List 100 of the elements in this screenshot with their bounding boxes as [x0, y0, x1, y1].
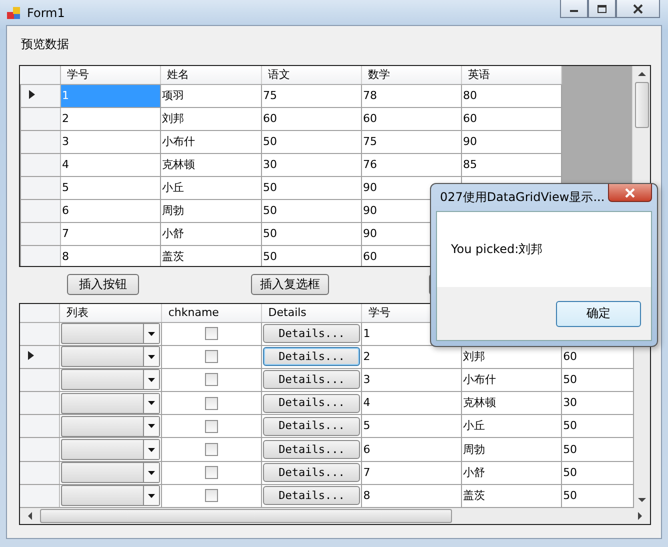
table-cell: 30: [562, 392, 634, 415]
window-title: Form1: [27, 6, 65, 20]
dropdown-arrow-icon: [148, 378, 156, 382]
table-cell: 5: [60, 176, 160, 199]
dropdown-arrow-icon: [148, 470, 156, 475]
table-cell: 2: [60, 107, 160, 130]
checkbox[interactable]: [205, 350, 218, 364]
maximize-button[interactable]: [588, 0, 616, 18]
table-cell: 75: [362, 130, 462, 153]
table-cell: 50: [262, 199, 362, 222]
action-button[interactable]: 插入按钮: [67, 274, 139, 295]
table-cell: 盖茨: [160, 245, 262, 266]
column-header[interactable]: 语文: [262, 66, 362, 84]
details-button[interactable]: Details...: [263, 486, 360, 506]
close-button[interactable]: [608, 184, 652, 202]
current-row-icon: [28, 350, 34, 360]
table-cell: 50: [562, 461, 634, 484]
details-button[interactable]: Details...: [263, 440, 360, 460]
scrollbar[interactable]: [20, 508, 650, 524]
table-cell: 小布什: [462, 368, 562, 392]
table-cell: 刘邦: [160, 107, 262, 130]
table-cell: 刘邦: [462, 345, 562, 368]
table-cell: 60: [462, 107, 562, 130]
column-header[interactable]: Details: [262, 304, 362, 322]
table-cell: 50: [262, 130, 362, 153]
column-header[interactable]: 列表: [60, 304, 162, 322]
table-cell: 项羽: [160, 84, 262, 107]
checkbox[interactable]: [205, 443, 218, 456]
table-cell: 50: [262, 222, 362, 245]
close-icon: [632, 4, 644, 14]
dropdown[interactable]: [61, 416, 160, 437]
dropdown-arrow-icon: [148, 494, 156, 498]
table-cell: 75: [262, 84, 362, 107]
details-button[interactable]: Details...: [263, 416, 360, 436]
table-cell: 盖茨: [462, 484, 562, 508]
dropdown[interactable]: [61, 462, 160, 484]
close-button[interactable]: [616, 0, 660, 18]
checkbox[interactable]: [205, 466, 218, 480]
row-header[interactable]: [20, 345, 60, 368]
table-cell: 76: [362, 153, 462, 176]
checkbox[interactable]: [205, 420, 218, 433]
row-header[interactable]: [20, 84, 60, 107]
table-cell: 周勃: [160, 199, 262, 222]
checkbox[interactable]: [205, 396, 218, 410]
dropdown[interactable]: [61, 439, 160, 460]
table-cell: 周勃: [462, 438, 562, 462]
table-cell: 6: [362, 438, 462, 462]
details-button[interactable]: Details...: [263, 370, 360, 390]
dropdown-arrow-icon: [148, 448, 156, 452]
dropdown-arrow-icon: [148, 401, 156, 406]
table-cell: 6: [60, 199, 160, 222]
table-cell: 50: [562, 414, 634, 438]
details-button[interactable]: Details...: [263, 394, 360, 413]
table-cell: 7: [362, 461, 462, 484]
table-cell: 3: [60, 130, 160, 153]
table-cell: 60: [262, 107, 362, 130]
table-cell: 4: [60, 153, 160, 176]
table-cell: 7: [60, 222, 160, 245]
column-header[interactable]: 数学: [362, 66, 462, 84]
checkbox[interactable]: [205, 327, 218, 340]
table-cell: 小丘: [462, 414, 562, 438]
table-cell: 50: [562, 368, 634, 392]
details-button[interactable]: Details...: [263, 324, 360, 344]
table-cell: 小舒: [462, 461, 562, 484]
table-cell: 8: [362, 484, 462, 508]
table-cell: 小布什: [160, 130, 262, 153]
column-header[interactable]: 英语: [462, 66, 562, 84]
table-cell: 小丘: [160, 176, 262, 199]
table-cell: 5: [362, 414, 462, 438]
maximize-icon: [597, 4, 607, 12]
table-cell: 3: [362, 368, 462, 392]
table-cell: 克林顿: [462, 392, 562, 415]
section-label: 预览数据: [20, 36, 70, 53]
dropdown[interactable]: [61, 485, 160, 506]
current-row-icon: [29, 90, 35, 98]
checkbox[interactable]: [205, 489, 218, 502]
ok-button[interactable]: 确定: [556, 300, 641, 326]
table-cell: 克林顿: [160, 153, 262, 176]
table-cell: 60: [562, 345, 634, 368]
table-cell: 1: [60, 84, 160, 107]
table-cell: 4: [362, 392, 462, 415]
table-cell: 2: [362, 345, 462, 368]
table-cell: 30: [262, 153, 362, 176]
table-cell: 50: [562, 438, 634, 462]
table-cell: 50: [262, 245, 362, 266]
close-icon: [624, 188, 636, 198]
checkbox[interactable]: [205, 373, 218, 386]
dropdown[interactable]: [61, 392, 160, 414]
table-cell: 85: [462, 153, 562, 176]
column-header[interactable]: chkname: [162, 304, 262, 322]
details-button[interactable]: Details...: [263, 347, 360, 366]
action-button[interactable]: 插入复选框: [251, 274, 329, 295]
table-cell: 8: [60, 245, 160, 266]
details-button[interactable]: Details...: [263, 463, 360, 482]
table-cell: 小舒: [160, 222, 262, 245]
table-cell: 50: [562, 484, 634, 508]
table-cell: 50: [262, 176, 362, 199]
minimize-button[interactable]: [560, 0, 588, 18]
column-header[interactable]: 姓名: [160, 66, 262, 84]
column-header[interactable]: 学号: [60, 66, 160, 84]
